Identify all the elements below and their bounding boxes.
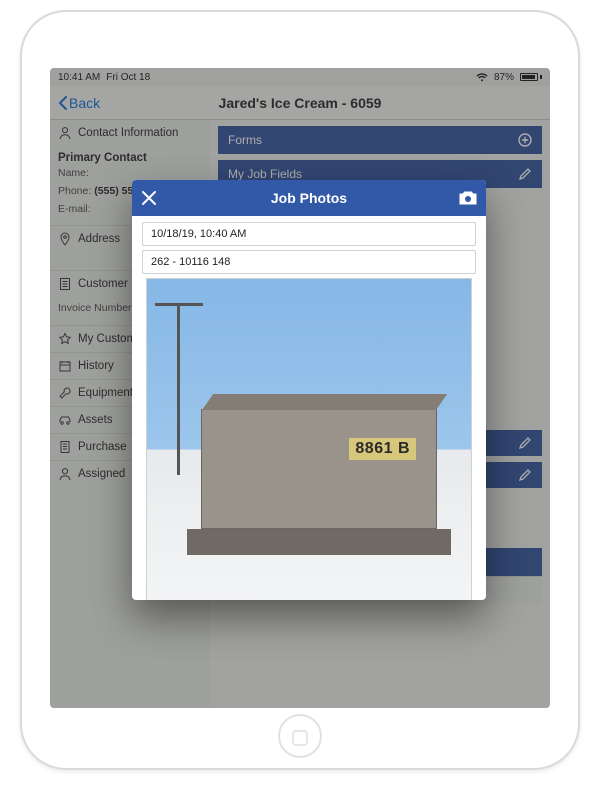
sidebar-item-contact[interactable]: Contact Information — [50, 120, 210, 146]
sidebar-item-label: Purchase — [78, 441, 127, 453]
battery-icon — [520, 73, 542, 81]
sidebar-item-label: My Custom — [78, 333, 136, 345]
receipt-icon — [58, 440, 72, 454]
close-button[interactable] — [140, 189, 158, 207]
pencil-icon[interactable] — [518, 436, 532, 450]
screen: 10:41 AM Fri Oct 18 87% Back Jared's Ice… — [50, 68, 550, 708]
home-button[interactable] — [292, 730, 308, 746]
sidebar-item-label: Assets — [78, 414, 113, 426]
chevron-left-icon — [58, 96, 67, 110]
job-photo[interactable]: 8861 B — [146, 278, 472, 600]
modal-body: 10/18/19, 10:40 AM 262 - 10116 148 8861 … — [132, 216, 486, 600]
modal-title: Job Photos — [271, 190, 347, 206]
sidebar-item-label: Contact Information — [78, 127, 178, 139]
status-time: 10:41 AM — [58, 72, 100, 83]
invoice-label: Invoice Number: — [58, 302, 134, 314]
wifi-icon — [476, 73, 488, 82]
plus-circle-icon[interactable] — [518, 133, 532, 147]
sidebar-item-label: Address — [78, 233, 120, 245]
job-photos-modal: Job Photos 10/18/19, 10:40 AM 262 - 1011… — [132, 180, 486, 600]
nav-bar: Back Jared's Ice Cream - 6059 — [50, 86, 550, 120]
pole — [177, 305, 180, 475]
hvac-unit: 8861 B — [201, 409, 437, 529]
camera-button[interactable] — [458, 190, 478, 206]
modal-header: Job Photos — [132, 180, 486, 216]
close-icon — [140, 189, 158, 207]
sidebar-item-label: History — [78, 360, 114, 372]
pencil-icon[interactable] — [518, 167, 532, 181]
back-button[interactable]: Back — [58, 95, 100, 111]
status-date: Fri Oct 18 — [106, 72, 150, 83]
camera-icon — [458, 190, 478, 206]
primary-contact-block: Primary Contact — [50, 146, 210, 166]
panel-label: My Job Fields — [228, 167, 302, 181]
calendar-icon — [58, 359, 72, 373]
battery-percent: 87% — [494, 72, 514, 83]
sidebar-item-label: Assigned — [78, 468, 125, 480]
ipad-frame: 10:41 AM Fri Oct 18 87% Back Jared's Ice… — [20, 10, 580, 770]
car-icon — [58, 413, 72, 427]
unit-base — [187, 529, 451, 555]
panel-forms[interactable]: Forms — [218, 126, 542, 154]
back-label: Back — [69, 95, 100, 111]
sidebar-item-label: Customer — [78, 278, 128, 290]
primary-contact-heading: Primary Contact — [58, 152, 202, 164]
panel-label: Forms — [228, 133, 262, 147]
email-label: E-mail: — [58, 203, 91, 215]
phone-label: Phone: — [58, 185, 91, 197]
timestamp-field[interactable]: 10/18/19, 10:40 AM — [142, 222, 476, 246]
person-icon — [58, 467, 72, 481]
status-bar: 10:41 AM Fri Oct 18 87% — [50, 68, 550, 86]
document-icon — [58, 277, 72, 291]
sidebar-item-label: Equipment — [78, 387, 133, 399]
page-title: Jared's Ice Cream - 6059 — [219, 95, 382, 111]
person-icon — [58, 126, 72, 140]
reference-field[interactable]: 262 - 10116 148 — [142, 250, 476, 274]
unit-tag: 8861 B — [349, 438, 416, 460]
name-label: Name: — [58, 167, 89, 179]
wrench-icon — [58, 386, 72, 400]
pin-icon — [58, 232, 72, 246]
pencil-icon[interactable] — [518, 468, 532, 482]
star-icon — [58, 332, 72, 346]
